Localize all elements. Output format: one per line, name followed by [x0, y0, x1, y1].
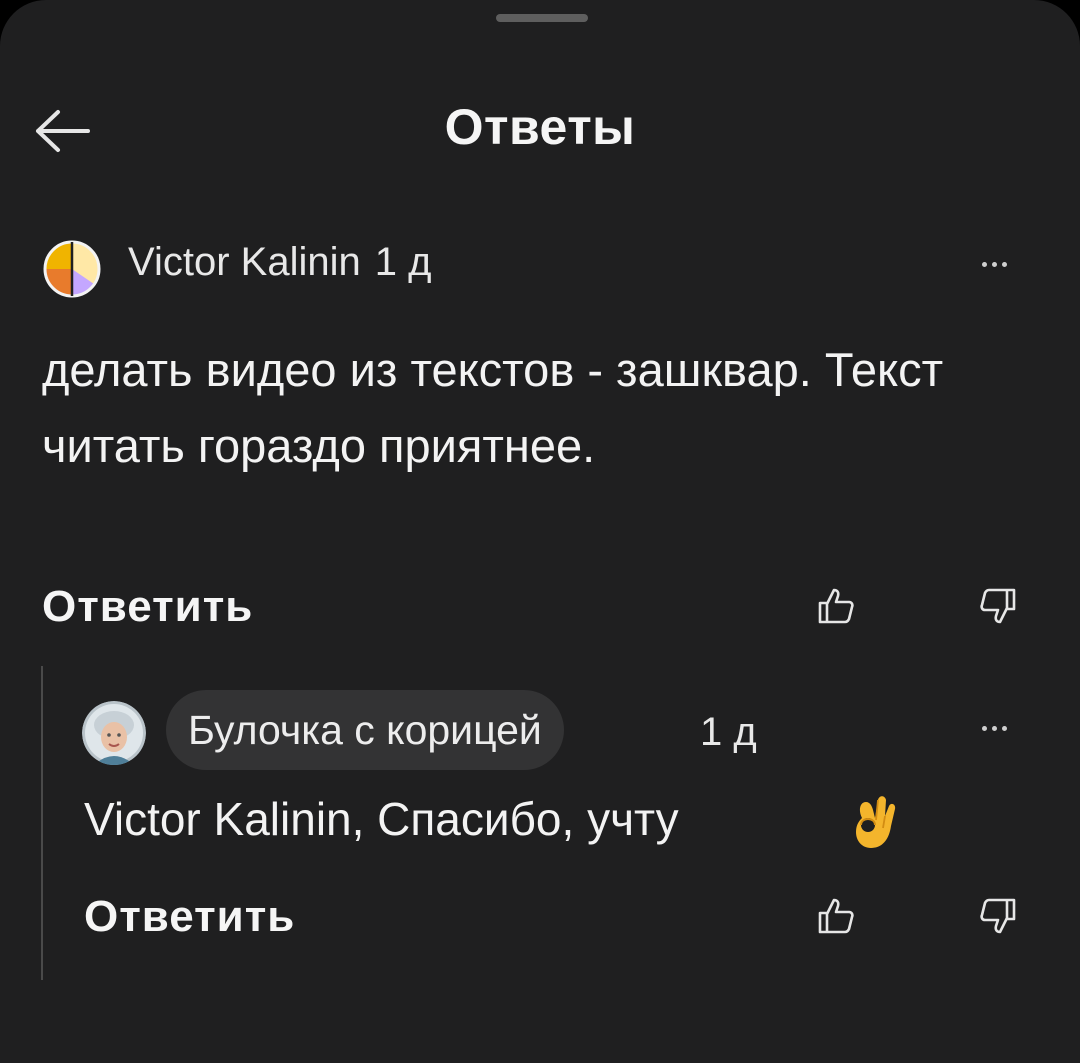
page-title: Ответы: [444, 99, 636, 155]
more-icon[interactable]: [982, 262, 1022, 274]
reply-time: 1 д: [700, 710, 757, 754]
thumbs-up-icon[interactable]: [816, 586, 856, 626]
ok-hand-emoji: [852, 788, 898, 852]
reply-thumbs-up-icon[interactable]: [816, 896, 856, 936]
comment-time: 1 д: [374, 240, 432, 284]
avatar[interactable]: [42, 239, 102, 299]
reply-to-reply-button[interactable]: Ответить: [84, 892, 295, 942]
reply-avatar[interactable]: [82, 701, 146, 765]
comment-text: делать видео из текстов - зашквар. Текст…: [42, 343, 944, 472]
comment-meta: Victor Kalinin 1 д: [128, 240, 431, 285]
reply-more-icon[interactable]: [982, 726, 1022, 738]
replies-sheet: Ответы Victor Kalinin 1 д делать видео из…: [0, 0, 1080, 1063]
thread-line: [41, 666, 43, 980]
reply-text: Victor Kalinin, Спасибо, учту: [84, 793, 679, 845]
thumbs-down-icon[interactable]: [978, 586, 1018, 626]
comment-author[interactable]: Victor Kalinin: [128, 240, 361, 284]
reply-button[interactable]: Ответить: [42, 582, 253, 632]
reply-author[interactable]: Булочка с корицей: [166, 690, 564, 770]
drag-handle[interactable]: [496, 14, 588, 22]
reply-thumbs-down-icon[interactable]: [978, 896, 1018, 936]
